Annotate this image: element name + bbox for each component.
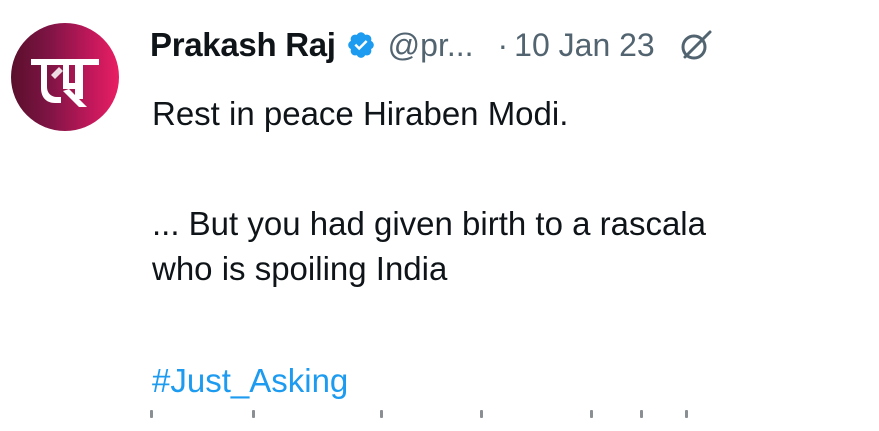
- tweet-line: who is spoiling India: [152, 250, 448, 287]
- tweet-line: Rest in peace Hiraben Modi.: [152, 95, 569, 132]
- brand-logo-icon: [31, 59, 99, 107]
- avatar[interactable]: [11, 23, 119, 131]
- tweet-card: Prakash Raj @pr... · 10 Jan 23 Rest in p…: [0, 0, 879, 431]
- verified-badge-icon: [346, 30, 376, 60]
- grok-icon[interactable]: [679, 28, 713, 62]
- tweet-line: ... But you had given birth to a rascala: [152, 205, 706, 242]
- separator-dot: ·: [497, 26, 509, 63]
- hashtag-link[interactable]: #Just_Asking: [152, 358, 348, 403]
- author-handle[interactable]: @pr...: [388, 27, 474, 64]
- tweet-header: Prakash Raj @pr... · 10 Jan 23: [150, 20, 713, 70]
- action-bar-partial: [150, 408, 710, 422]
- author-name[interactable]: Prakash Raj: [150, 26, 336, 64]
- tweet-date[interactable]: 10 Jan 23: [514, 27, 655, 64]
